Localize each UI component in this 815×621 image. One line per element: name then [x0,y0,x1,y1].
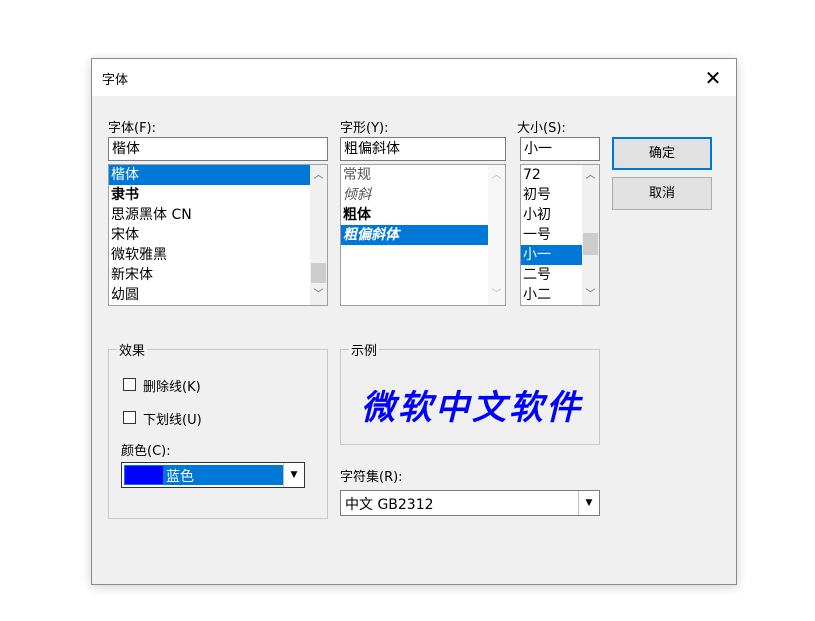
charset-label: 字符集(R): [340,470,403,485]
scroll-down-icon[interactable]: ﹀ [582,286,599,303]
underline-label[interactable]: 下划线(U) [143,409,202,428]
sample-preview: 微软中文软件 [341,350,585,444]
style-list-item[interactable]: 倾斜 [341,185,488,205]
size-list-item[interactable]: 小初 [521,205,582,225]
size-list-item[interactable]: 小二 [521,285,582,305]
font-dialog: 字体 ✕ 字体(F): 楷体 楷体 隶书 思源黑体 CN 宋体 微软雅黑 新宋体 幼圆 ︿ … [91,58,737,585]
font-list-item[interactable]: 幼圆 [109,285,310,305]
scroll-down-icon[interactable]: ﹀ [310,286,327,303]
cancel-button[interactable]: 取消 [612,177,712,210]
size-input[interactable]: 小一 [520,137,600,161]
close-icon[interactable]: ✕ [690,59,736,96]
style-list[interactable]: 常规 倾斜 粗体 粗偏斜体 ︿ ﹀ [340,164,506,306]
font-list-item[interactable]: 宋体 [109,225,310,245]
style-list-item[interactable]: 粗偏斜体 [341,225,488,245]
ok-button[interactable]: 确定 [612,137,712,170]
size-list-item[interactable]: 小一 [521,245,582,265]
color-select[interactable]: 蓝色 ▼ [121,462,305,488]
size-list-item[interactable]: 二号 [521,265,582,285]
scroll-up-icon: ︿ [491,170,502,181]
sample-text: 微软中文软件 [361,388,583,428]
size-list-scrollbar[interactable]: ︿ ﹀ [582,165,599,305]
title-bar: 字体 ✕ [92,59,736,96]
effects-group: 效果 删除线(K) 下划线(U) 颜色(C): 蓝色 ▼ [108,340,328,519]
style-label: 字形(Y): [340,121,389,136]
strikeout-checkbox[interactable] [123,378,136,391]
size-label: 大小(S): [517,121,566,136]
font-list-scrollbar[interactable]: ︿ ﹀ [310,165,327,305]
size-list-item[interactable]: 72 [521,165,582,185]
chevron-down-icon[interactable]: ▼ [578,491,599,515]
strikeout-label[interactable]: 删除线(K) [143,376,201,395]
font-list-item[interactable]: 微软雅黑 [109,245,310,265]
font-list-item[interactable]: 隶书 [109,185,310,205]
font-list[interactable]: 楷体 隶书 思源黑体 CN 宋体 微软雅黑 新宋体 幼圆 ︿ ﹀ [108,164,328,306]
color-label: 颜色(C): [121,444,171,459]
scroll-down-icon: ﹀ [491,289,502,300]
sample-group: 示例 微软中文软件 [340,340,600,445]
scroll-thumb[interactable] [311,263,326,283]
dialog-title: 字体 [102,73,129,88]
size-list-item[interactable]: 一号 [521,225,582,245]
scroll-up-icon[interactable]: ︿ [582,167,599,184]
font-input[interactable]: 楷体 [108,137,328,161]
scroll-thumb[interactable] [583,233,598,255]
font-list-item[interactable]: 思源黑体 CN [109,205,310,225]
font-list-item[interactable]: 新宋体 [109,265,310,285]
size-list-item[interactable]: 初号 [521,185,582,205]
effects-label: 效果 [117,340,148,359]
underline-checkbox[interactable] [123,411,136,424]
style-list-scrollbar[interactable]: ︿ ﹀ [488,165,505,305]
font-list-item[interactable]: 楷体 [109,165,310,185]
chevron-down-icon[interactable]: ▼ [283,463,304,487]
style-input[interactable]: 粗偏斜体 [340,137,506,161]
style-list-item[interactable]: 粗体 [341,205,488,225]
charset-select[interactable]: 中文 GB2312 ▼ [340,490,600,516]
style-list-item[interactable]: 常规 [341,165,488,185]
color-swatch [125,466,163,484]
size-list[interactable]: 72 初号 小初 一号 小一 二号 小二 ︿ ﹀ [520,164,600,306]
scroll-up-icon[interactable]: ︿ [310,167,327,184]
color-selection-highlight: 蓝色 [124,465,283,485]
color-value: 蓝色 [166,469,194,485]
charset-value: 中文 GB2312 [345,497,434,513]
font-label: 字体(F): [108,121,157,136]
